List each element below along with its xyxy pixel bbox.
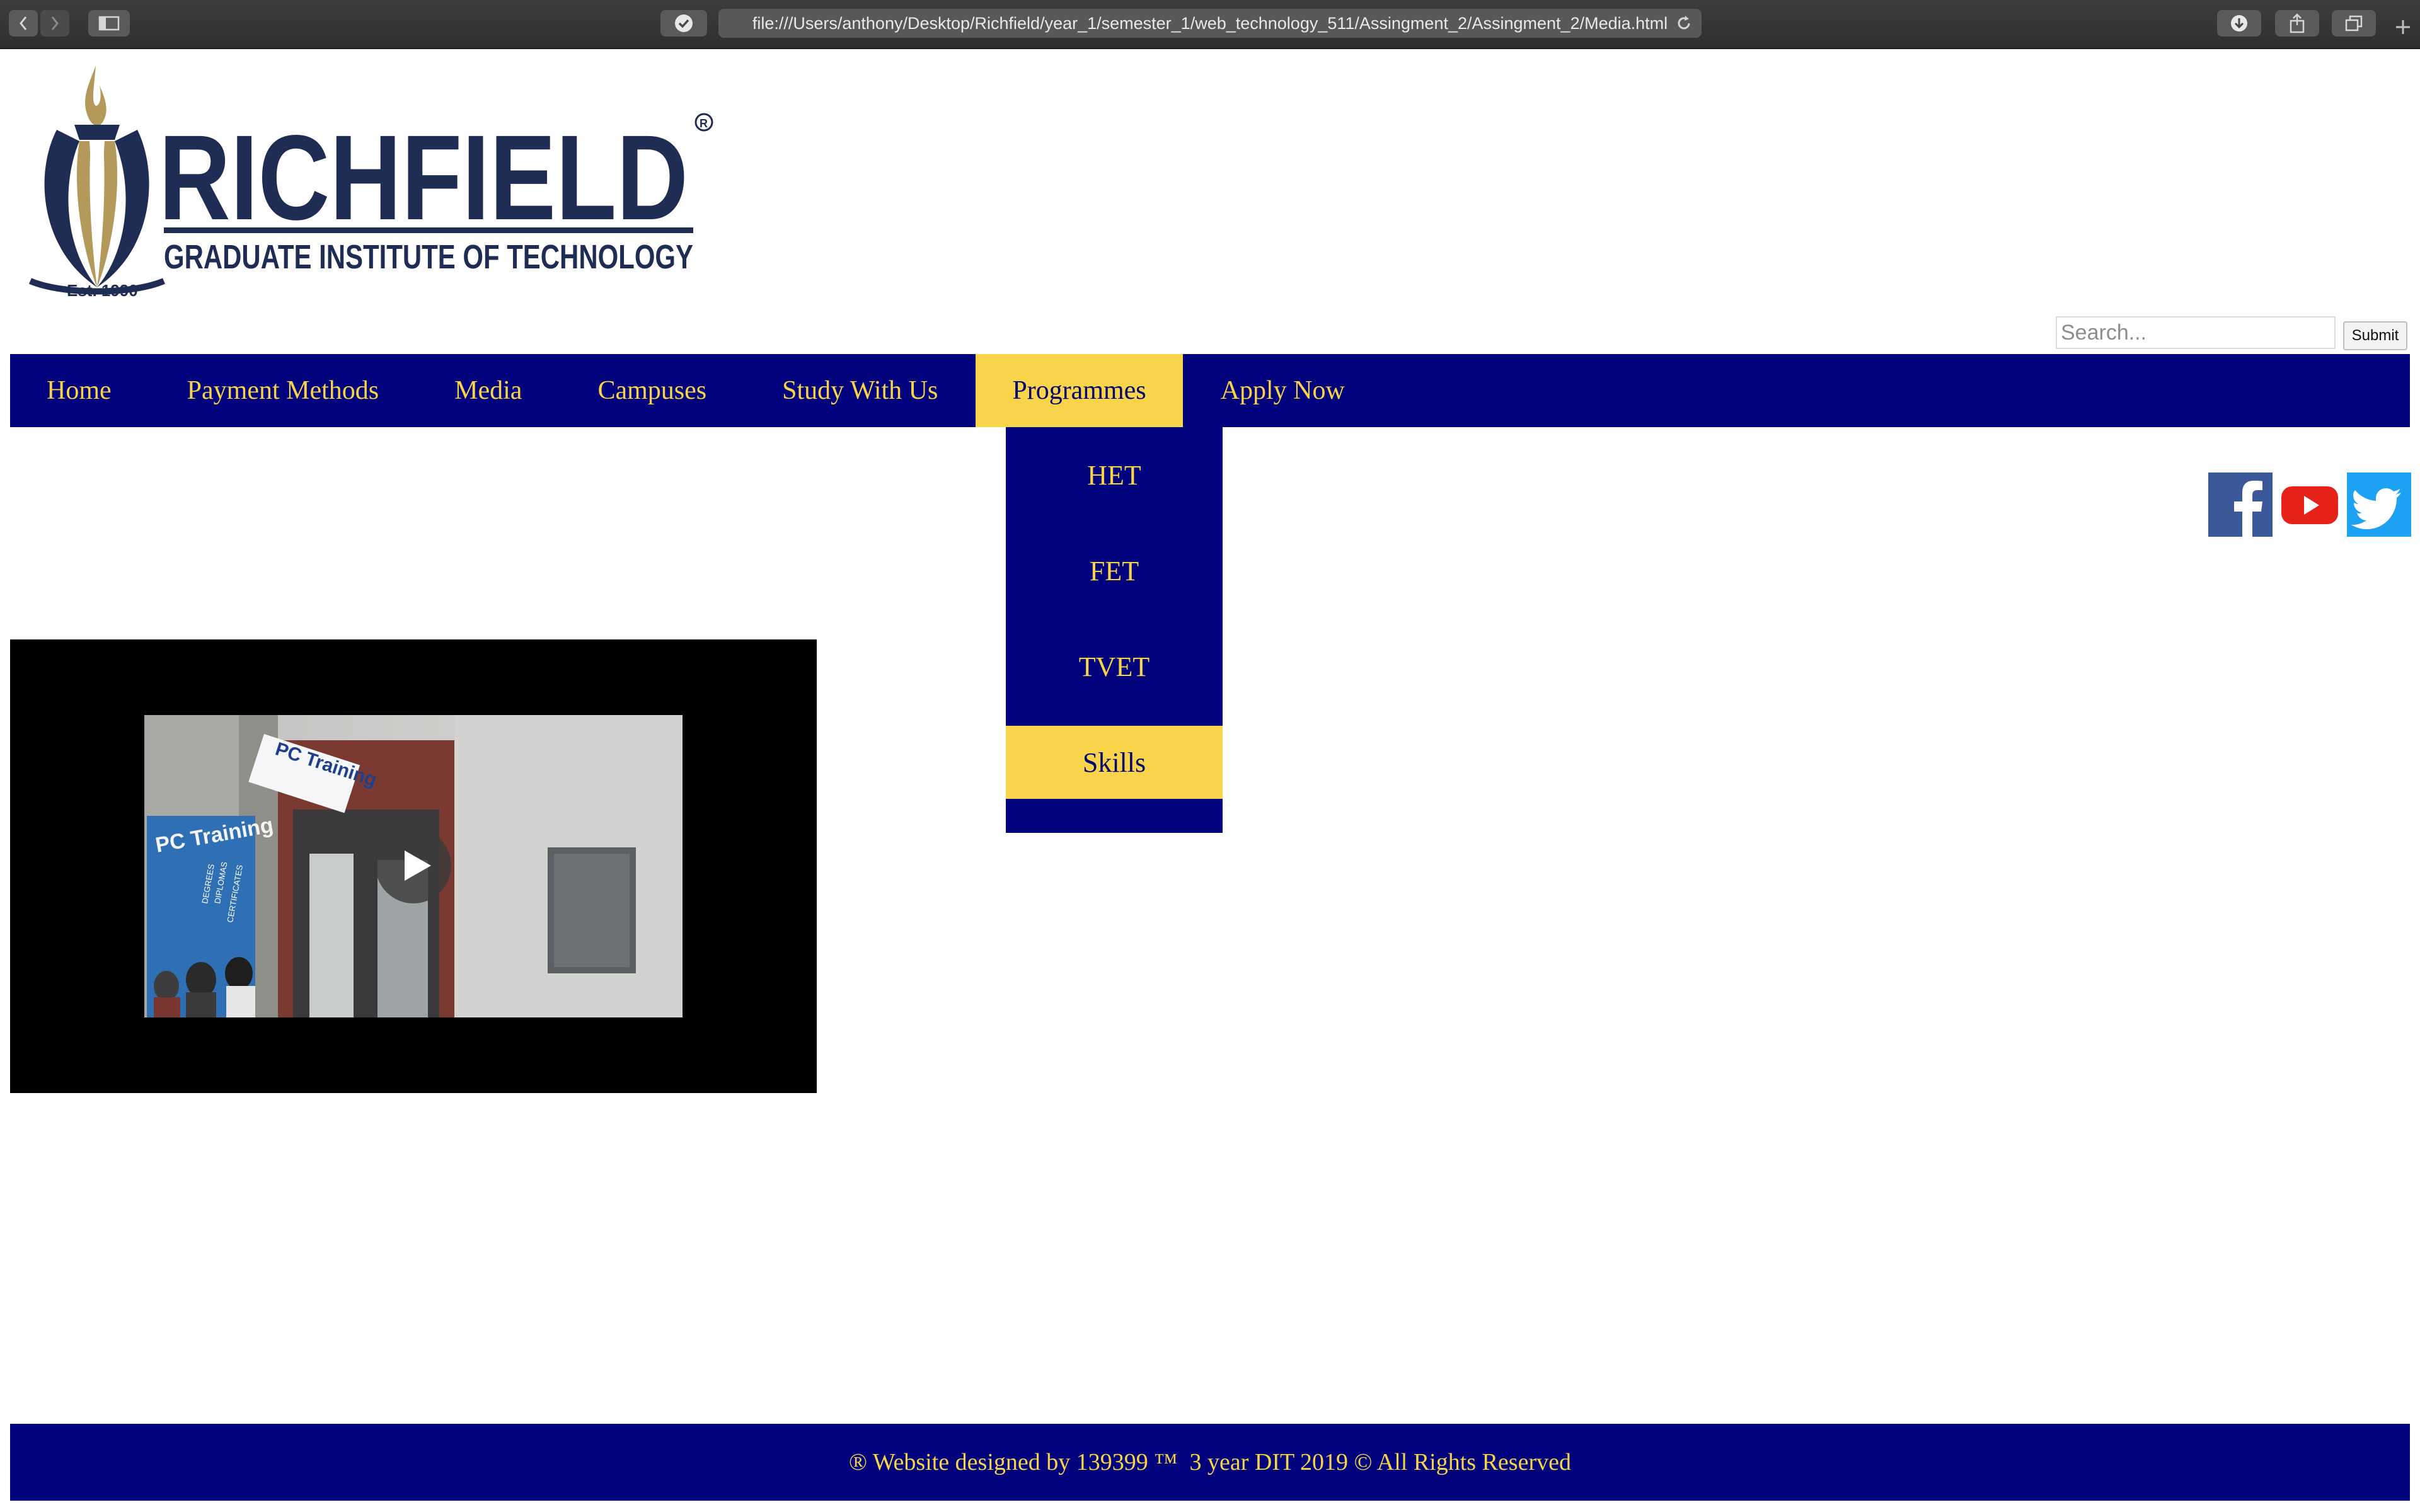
richfield-logo[interactable]: RICHFIELD GRADUATE INSTITUTE OF TECHNOLO…: [25, 60, 718, 306]
url-text: file:///Users/anthony/Desktop/Richfield/…: [752, 13, 1668, 33]
back-icon: [20, 16, 27, 30]
forward-button[interactable]: [40, 10, 69, 37]
footer-text: ® Website designed by 139399 ™ 3 year DI…: [849, 1449, 1571, 1475]
play-icon: [405, 850, 431, 881]
nav-media[interactable]: Media: [417, 354, 560, 427]
social-links: [2208, 472, 2411, 537]
share-button[interactable]: [2275, 10, 2319, 37]
nav-apply-now[interactable]: Apply Now: [1183, 354, 1383, 427]
reload-icon[interactable]: [1675, 14, 1693, 32]
play-button[interactable]: [376, 828, 451, 903]
tabs-icon: [2345, 15, 2363, 32]
nav-campuses[interactable]: Campuses: [560, 354, 744, 427]
search-input[interactable]: [2056, 316, 2336, 349]
nav-study-with-us[interactable]: Study With Us: [744, 354, 976, 427]
programmes-dropdown: HET FET TVET Skills: [1006, 427, 1223, 833]
dropdown-item-fet[interactable]: FET: [1006, 523, 1223, 619]
main-nav: Home Payment Methods Media Campuses Stud…: [10, 354, 2410, 427]
footer: ® Website designed by 139399 ™ 3 year DI…: [10, 1424, 2410, 1501]
nav-payment-methods[interactable]: Payment Methods: [149, 354, 417, 427]
browser-toolbar: file:///Users/anthony/Desktop/Richfield/…: [0, 0, 2420, 49]
tabs-button[interactable]: [2332, 10, 2376, 37]
logo-rule: [164, 227, 693, 233]
back-button[interactable]: [9, 10, 38, 37]
sidebar-button[interactable]: [88, 10, 130, 37]
logo-established: Est. 1990: [67, 281, 138, 300]
video-player[interactable]: PC Training DEGREES DIPLOMAS CERTIFICATE…: [10, 639, 817, 1093]
download-icon: [2231, 15, 2247, 32]
share-icon: [2290, 13, 2305, 33]
submit-button[interactable]: Submit: [2343, 321, 2407, 350]
dropdown-item-het[interactable]: HET: [1006, 427, 1223, 523]
new-tab-icon: [2396, 20, 2410, 34]
downloads-button[interactable]: [2217, 10, 2261, 37]
forward-icon: [51, 16, 59, 30]
sidebar-icon: [98, 16, 120, 31]
address-bar[interactable]: file:///Users/anthony/Desktop/Richfield/…: [718, 9, 1702, 38]
dropdown-item-skills[interactable]: Skills: [1006, 726, 1223, 799]
registered-letter: R: [700, 117, 708, 130]
logo-tagline: GRADUATE INSTITUTE OF TECHNOLOGY: [164, 238, 693, 276]
youtube-icon[interactable]: [2280, 472, 2339, 537]
nav-programmes[interactable]: Programmes: [976, 354, 1183, 427]
privacy-button[interactable]: [660, 10, 707, 37]
torch-emblem-icon: [29, 66, 165, 295]
shield-check-icon: [675, 14, 693, 32]
dropdown-item-tvet[interactable]: TVET: [1006, 619, 1223, 714]
new-tab-button[interactable]: [2388, 13, 2417, 42]
facebook-icon[interactable]: [2208, 472, 2273, 537]
logo-wordmark: RICHFIELD: [159, 110, 688, 245]
nav-home[interactable]: Home: [10, 354, 149, 427]
twitter-icon[interactable]: [2347, 472, 2411, 537]
